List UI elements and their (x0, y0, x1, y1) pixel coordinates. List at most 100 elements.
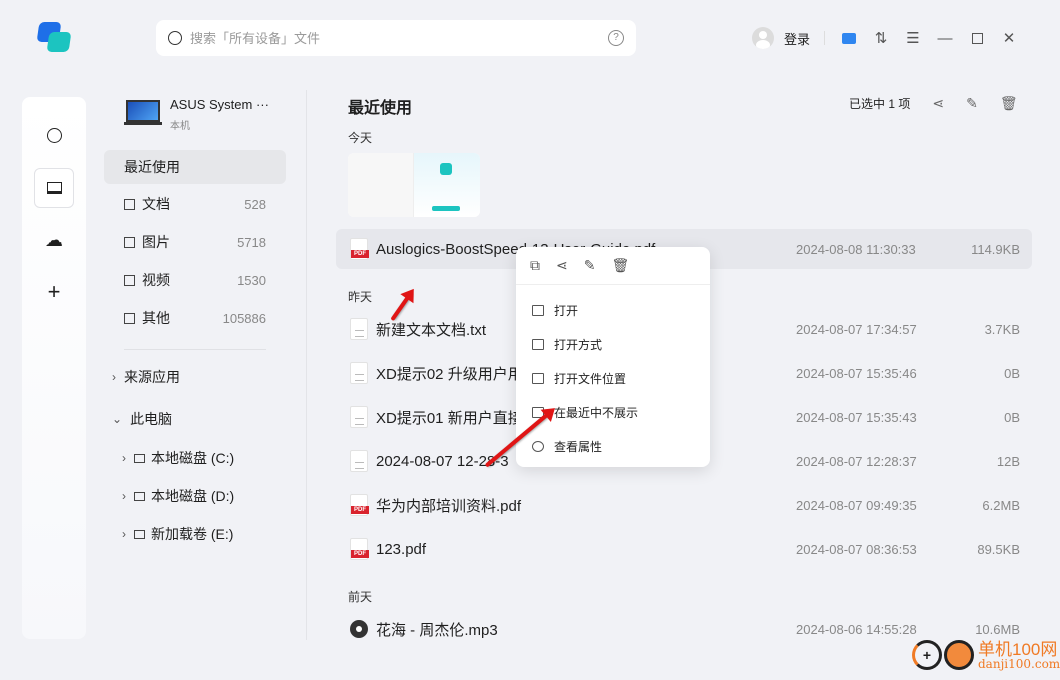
share-icon[interactable]: ⋖ (556, 257, 568, 274)
nav-videos[interactable]: 视频 1530 (104, 263, 286, 297)
menu-open-with[interactable]: 打开方式 (516, 327, 710, 361)
file-size: 12B (996, 453, 1020, 469)
text-file-icon (350, 406, 368, 428)
file-row[interactable]: PDF 华为内部培训资料.pdf 2024-08-07 09:49:35 6.2MB (336, 485, 1032, 525)
laptop-image (124, 100, 162, 126)
nav-label: 文档 (142, 196, 170, 212)
file-name: 新建文本文档.txt (376, 321, 487, 339)
drive-icon (134, 491, 145, 501)
thumbnail-image[interactable] (348, 153, 480, 217)
rail-this-device-button[interactable] (34, 168, 74, 208)
file-name: XD提示01 新用户直接 (376, 409, 523, 427)
file-name: 123.pdf (376, 540, 427, 558)
share-icon[interactable]: ⋖ (932, 95, 944, 112)
nav-images[interactable]: 图片 5718 (104, 225, 286, 259)
menu-open-location[interactable]: 打开文件位置 (516, 361, 710, 395)
rename-icon[interactable]: ✎ (584, 257, 596, 274)
file-date: 2024-08-07 17:34:57 (796, 321, 917, 337)
nav-label: 其他 (142, 310, 170, 326)
menu-properties[interactable]: 查看属性 (516, 429, 710, 463)
tree-label: 新加载卷 (E:) (151, 526, 234, 542)
file-row[interactable]: PDF 123.pdf 2024-08-07 08:36:53 89.5KB (336, 529, 1032, 569)
title-bar-controls: 登录 ⇅ ☰ — ✕ (752, 24, 1017, 52)
file-size: 114.9KB (971, 241, 1020, 257)
avatar[interactable] (752, 27, 774, 49)
file-date: 2024-08-07 12:28:37 (796, 453, 917, 469)
rail-add-button[interactable]: + (34, 272, 74, 312)
selected-count: 已选中 1 项 (849, 97, 911, 111)
selection-toolbar: 已选中 1 项 ⋖ ✎ 🗑 (849, 95, 1018, 112)
menu-label: 打开 (554, 303, 579, 318)
rail-search-button[interactable] (34, 115, 74, 155)
laptop-icon (46, 182, 62, 194)
search-icon (168, 31, 182, 45)
section-yesterday: 昨天 (348, 290, 373, 304)
nav-documents[interactable]: 文档 528 (104, 187, 286, 221)
text-file-icon (350, 362, 368, 384)
cloud-icon: ☁ (45, 229, 63, 250)
tree-drive-d[interactable]: › 本地磁盘 (D:) (122, 486, 234, 506)
rail-cloud-button[interactable]: ☁ (34, 220, 74, 260)
tree-this-pc[interactable]: ⌄ 此电脑 (112, 409, 172, 429)
pdf-file-icon: PDF (350, 538, 369, 560)
menu-label: 打开文件位置 (554, 371, 627, 386)
sync-device-icon[interactable] (841, 30, 857, 46)
text-file-icon (350, 318, 368, 340)
transfer-icon[interactable]: ⇅ (873, 30, 889, 47)
search-icon (46, 127, 62, 143)
folder-icon (532, 304, 544, 316)
divider (824, 31, 826, 45)
tree-label: 本地磁盘 (D:) (151, 488, 235, 504)
document-icon (124, 198, 135, 210)
file-size: 0B (1004, 409, 1020, 425)
nav-count: 5718 (237, 234, 266, 250)
menu-label: 在最近中不展示 (554, 405, 639, 420)
drive-icon (134, 453, 145, 463)
pdf-file-icon: PDF (350, 238, 369, 260)
rename-icon[interactable]: ✎ (966, 95, 978, 112)
file-date: 2024-08-07 15:35:46 (796, 365, 917, 381)
search-input[interactable] (190, 30, 608, 46)
video-icon (124, 274, 135, 286)
nav-count: 1530 (237, 272, 266, 288)
maximize-icon[interactable] (969, 30, 985, 46)
pdf-file-icon: PDF (350, 494, 369, 516)
image-icon (124, 236, 135, 248)
menu-icon[interactable]: ☰ (905, 30, 921, 47)
plus-icon: + (47, 279, 61, 304)
help-icon[interactable]: ? (608, 30, 624, 46)
nav-label: 图片 (142, 234, 170, 250)
panel-divider[interactable] (306, 90, 307, 640)
nav-recent[interactable]: 最近使用 (104, 150, 286, 184)
minimize-icon[interactable]: — (937, 30, 953, 47)
tree-source-apps[interactable]: › 来源应用 (112, 367, 180, 387)
watermark-url: danji100.com (978, 656, 1060, 671)
drive-icon (134, 529, 145, 539)
file-size: 10.6MB (975, 621, 1020, 637)
nav-count: 528 (244, 196, 266, 212)
device-name[interactable]: ASUS System ··· (170, 97, 269, 112)
text-file-icon (350, 450, 368, 472)
login-button[interactable]: 登录 (784, 29, 810, 48)
delete-icon[interactable]: 🗑 (1000, 95, 1018, 112)
other-icon (124, 312, 135, 324)
audio-file-icon (350, 620, 368, 638)
chevron-right-icon: › (122, 451, 126, 465)
file-size: 0B (1004, 365, 1020, 381)
search-bar[interactable]: ? (156, 20, 636, 56)
menu-open[interactable]: 打开 (516, 293, 710, 327)
tree-drive-c[interactable]: › 本地磁盘 (C:) (122, 448, 234, 468)
menu-label: 打开方式 (554, 337, 603, 352)
section-today: 今天 (348, 131, 373, 145)
page-title: 最近使用 (348, 100, 413, 117)
file-date: 2024-08-06 14:55:28 (796, 621, 917, 637)
file-size: 3.7KB (984, 321, 1020, 337)
file-date: 2024-08-08 11:30:33 (796, 241, 916, 257)
tree-drive-e[interactable]: › 新加载卷 (E:) (122, 524, 233, 544)
nav-other[interactable]: 其他 105886 (104, 301, 286, 335)
copy-icon[interactable]: ⧉ (530, 257, 540, 274)
close-icon[interactable]: ✕ (1001, 30, 1017, 47)
delete-icon[interactable]: 🗑 (611, 257, 629, 274)
menu-label: 查看属性 (554, 439, 603, 454)
list-icon (532, 338, 544, 350)
